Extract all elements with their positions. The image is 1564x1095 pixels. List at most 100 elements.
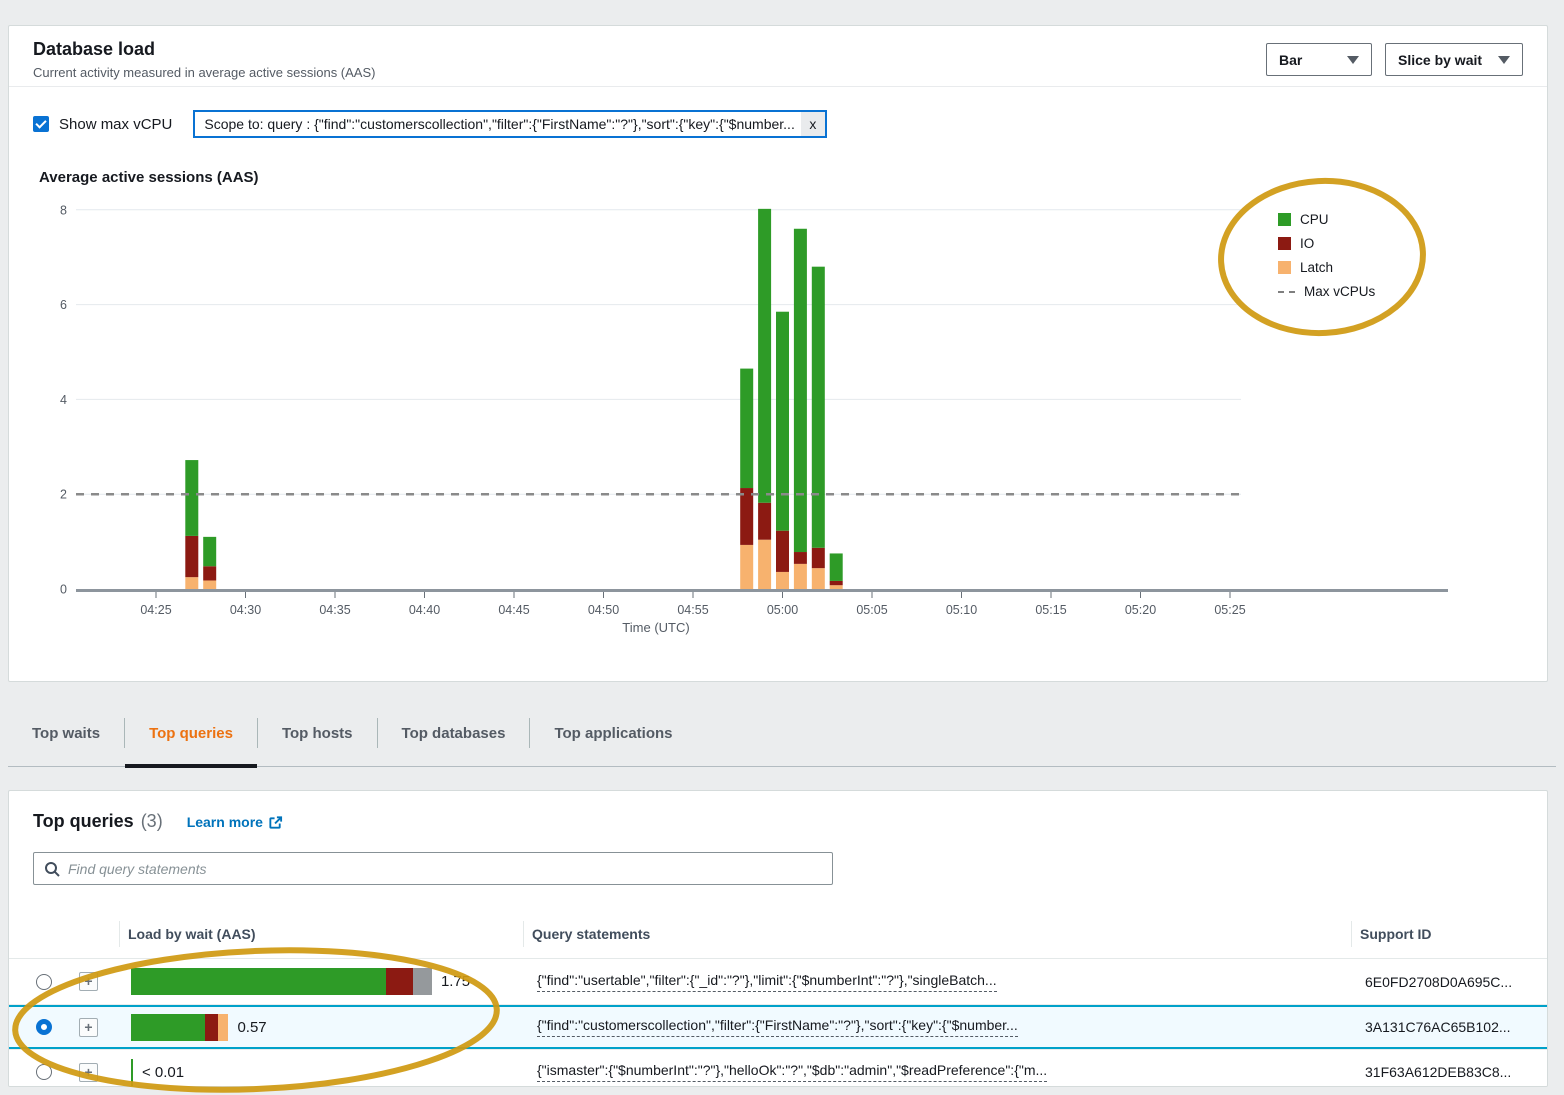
tab-top-applications[interactable]: Top applications [530, 701, 696, 766]
learn-more-label: Learn more [187, 814, 263, 830]
show-max-vcpu-checkbox[interactable] [33, 116, 49, 132]
bar-segment-latch[interactable] [203, 580, 216, 589]
table-row[interactable]: +0.57 {"find":"customerscollection","filt… [9, 1004, 1547, 1049]
query-table-body: +1.75 {"find":"usertable","filter":{"_id"… [9, 959, 1547, 1087]
row-radio[interactable] [36, 1064, 52, 1080]
bar-segment-io[interactable] [203, 566, 216, 580]
bar-segment-io[interactable] [740, 488, 753, 545]
bar-segment-cpu[interactable] [185, 460, 198, 536]
scope-filter-tag: Scope to: query : {"find":"customerscoll… [193, 110, 826, 138]
page-title: Database load [33, 39, 1266, 60]
slice-by-dropdown-label: Slice by wait [1398, 52, 1482, 68]
query-statement-link[interactable]: {"find":"usertable","filter":{"_id":"?"}… [537, 972, 997, 992]
query-statement-link[interactable]: {"ismaster":{"$numberInt":"?"},"helloOk"… [537, 1062, 1047, 1082]
chart-type-dropdown[interactable]: Bar [1266, 43, 1372, 76]
query-statement-link[interactable]: {"find":"customerscollection","filter":{… [537, 1017, 1018, 1037]
legend-dash-swatch [1278, 291, 1295, 293]
legend-label: Latch [1300, 260, 1333, 275]
bar-segment-cpu[interactable] [776, 312, 789, 531]
bar-segment-io[interactable] [830, 581, 843, 585]
bar-segment-cpu[interactable] [740, 369, 753, 488]
tab-top-waits[interactable]: Top waits [8, 701, 124, 766]
bar-segment-latch[interactable] [740, 545, 753, 589]
table-row[interactable]: +1.75 {"find":"usertable","filter":{"_id"… [9, 959, 1547, 1004]
query-search-box [33, 852, 833, 885]
load-by-wait-cell: 0.57 [119, 1014, 523, 1041]
bar-segment-latch[interactable] [758, 540, 771, 589]
load-segment-cpu [131, 1059, 133, 1086]
tab-top-queries[interactable]: Top queries [125, 701, 257, 766]
table-row[interactable]: + < 0.01 {"ismaster":{"$numberInt":"?"},"h… [9, 1049, 1547, 1087]
load-segment-latch [218, 1014, 228, 1041]
search-input[interactable] [68, 861, 822, 877]
load-bar [131, 968, 432, 995]
page: Database load Current activity measured … [0, 0, 1564, 1095]
learn-more-link[interactable]: Learn more [187, 814, 283, 830]
row-expand-cell: + [79, 972, 119, 991]
legend-label: CPU [1300, 212, 1329, 227]
chart-controls: Show max vCPU Scope to: query : {"find":… [33, 110, 827, 138]
column-header-query: Query statements [523, 921, 1351, 947]
bar-segment-latch[interactable] [830, 585, 843, 589]
panel-header: Database load Current activity measured … [9, 26, 1547, 87]
bar-segment-latch[interactable] [812, 568, 825, 589]
x-tick-label: 05:15 [1035, 603, 1066, 617]
column-header-support: Support ID [1351, 921, 1547, 947]
bar-segment-cpu[interactable] [812, 267, 825, 548]
bar-segment-io[interactable] [776, 531, 789, 572]
tab-top-hosts[interactable]: Top hosts [258, 701, 377, 766]
row-radio[interactable] [36, 1019, 52, 1035]
legend-swatch-io [1278, 237, 1291, 250]
x-tick-label: 05:20 [1125, 603, 1156, 617]
top-queries-panel: Top queries (3) Learn more [8, 790, 1548, 1087]
bar-segment-io[interactable] [185, 536, 198, 577]
query-table-header: Load by wait (AAS) Query statements Supp… [9, 909, 1547, 959]
row-select-cell [9, 1064, 79, 1080]
show-max-vcpu-label: Show max vCPU [59, 116, 172, 133]
support-id-cell: 3A131C76AC65B102... [1351, 1019, 1547, 1035]
expand-row-icon[interactable]: + [79, 972, 98, 991]
load-value: 1.75 [441, 973, 470, 990]
y-tick-label: 8 [60, 203, 67, 217]
load-bar [131, 1059, 133, 1086]
top-queries-header: Top queries (3) Learn more [9, 791, 1547, 832]
legend-item-cpu: CPU [1278, 212, 1375, 227]
row-radio[interactable] [36, 974, 52, 990]
legend-item-max_vcpus: Max vCPUs [1278, 284, 1375, 299]
bar-segment-io[interactable] [812, 548, 825, 568]
load-segment-other [413, 968, 432, 995]
bar-segment-cpu[interactable] [830, 553, 843, 580]
load-bar [131, 1014, 228, 1041]
load-segment-cpu [131, 1014, 205, 1041]
expand-row-icon[interactable]: + [79, 1063, 98, 1082]
load-segment-cpu [131, 968, 386, 995]
legend-item-latch: Latch [1278, 260, 1375, 275]
row-expand-cell: + [79, 1063, 119, 1082]
y-tick-label: 6 [60, 298, 67, 312]
bar-segment-io[interactable] [758, 503, 771, 540]
slice-by-dropdown[interactable]: Slice by wait [1385, 43, 1523, 76]
legend-label: IO [1300, 236, 1314, 251]
top-queries-title: Top queries [33, 811, 134, 832]
bar-segment-cpu[interactable] [758, 209, 771, 503]
tab-top-databases[interactable]: Top databases [378, 701, 530, 766]
legend-item-io: IO [1278, 236, 1375, 251]
database-load-panel: Database load Current activity measured … [8, 25, 1548, 682]
x-tick-label: 04:30 [230, 603, 261, 617]
column-header-load: Load by wait (AAS) [119, 921, 523, 947]
y-tick-label: 2 [60, 488, 67, 502]
bar-segment-latch[interactable] [776, 572, 789, 589]
load-by-wait-cell: < 0.01 [119, 1059, 523, 1086]
legend-swatch-latch [1278, 261, 1291, 274]
legend-label: Max vCPUs [1304, 284, 1375, 299]
bar-segment-latch[interactable] [794, 564, 807, 589]
bar-segment-latch[interactable] [185, 577, 198, 589]
x-tick-label: 05:10 [946, 603, 977, 617]
expand-row-icon[interactable]: + [79, 1018, 98, 1037]
x-tick-label: 05:05 [856, 603, 887, 617]
bar-segment-cpu[interactable] [794, 229, 807, 552]
bar-segment-io[interactable] [794, 552, 807, 564]
bar-segment-cpu[interactable] [203, 537, 216, 566]
header-spacer [79, 921, 119, 947]
scope-filter-close-icon[interactable]: x [801, 112, 825, 136]
